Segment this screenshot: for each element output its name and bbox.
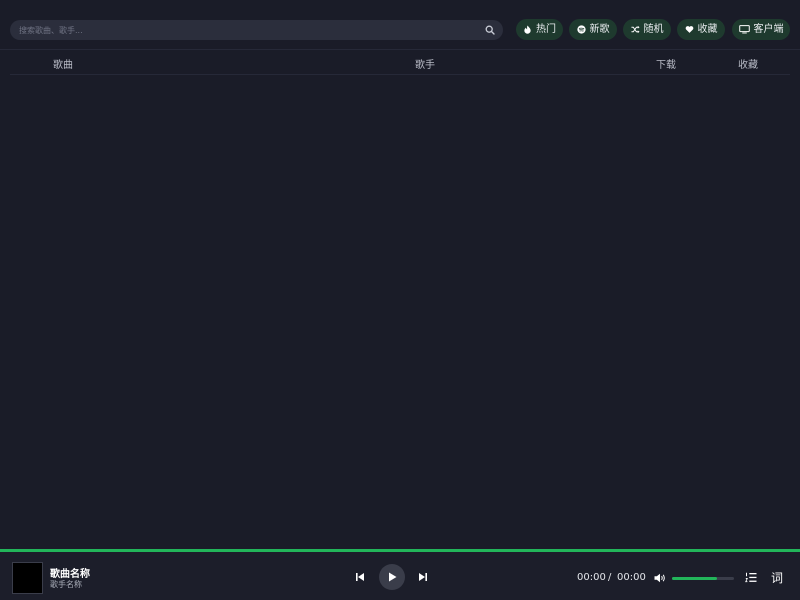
song-table-header: 歌曲 歌手 下载 收藏 [10,50,790,75]
desktop-icon [738,25,750,34]
fire-icon [524,25,531,34]
column-header-favorite: 收藏 [738,60,758,71]
heart-icon [685,26,693,33]
new-songs-button-label: 新歌 [589,23,610,35]
shuffle-button-label: 随机 [643,23,664,35]
now-playing-title: 歌曲名称 [50,569,90,580]
column-header-song: 歌曲 [53,60,73,71]
play-icon [389,572,397,582]
column-header-artist: 歌手 [415,60,435,71]
favorites-button[interactable]: 收藏 [677,19,725,40]
client-button-label: 客户端 [753,23,784,35]
time-separator: / [608,572,612,583]
player-bar: 歌曲名称 歌手名称 00:00 / 00:00 词 [0,549,800,600]
lyrics-button[interactable]: 词 [771,569,783,586]
skip-next-icon [419,573,427,581]
new-songs-button[interactable]: 新歌 [569,19,617,40]
client-button[interactable]: 客户端 [732,19,790,40]
top-bar: 热门 新歌 随机 收藏 客户端 [0,0,800,50]
volume-slider[interactable] [672,577,734,580]
favorites-button-label: 收藏 [697,23,718,35]
volume-icon[interactable] [654,573,666,583]
duration: 00:00 [617,572,646,583]
search-bar [10,20,503,40]
album-cover [12,562,43,594]
previous-button[interactable] [354,572,366,582]
search-input[interactable] [19,20,479,40]
spotify-icon [576,25,586,34]
shuffle-button[interactable]: 随机 [623,19,671,40]
column-header-download: 下载 [656,60,676,71]
playlist-icon[interactable] [745,572,757,583]
current-time: 00:00 [577,572,606,583]
play-button[interactable] [379,564,405,590]
search-icon[interactable] [485,25,495,35]
hot-button[interactable]: 热门 [516,19,563,40]
now-playing-artist: 歌手名称 [50,580,82,589]
shuffle-icon [630,25,640,34]
next-button[interactable] [417,572,429,582]
skip-previous-icon [356,573,364,581]
hot-button-label: 热门 [536,23,556,35]
volume-level [672,577,717,580]
